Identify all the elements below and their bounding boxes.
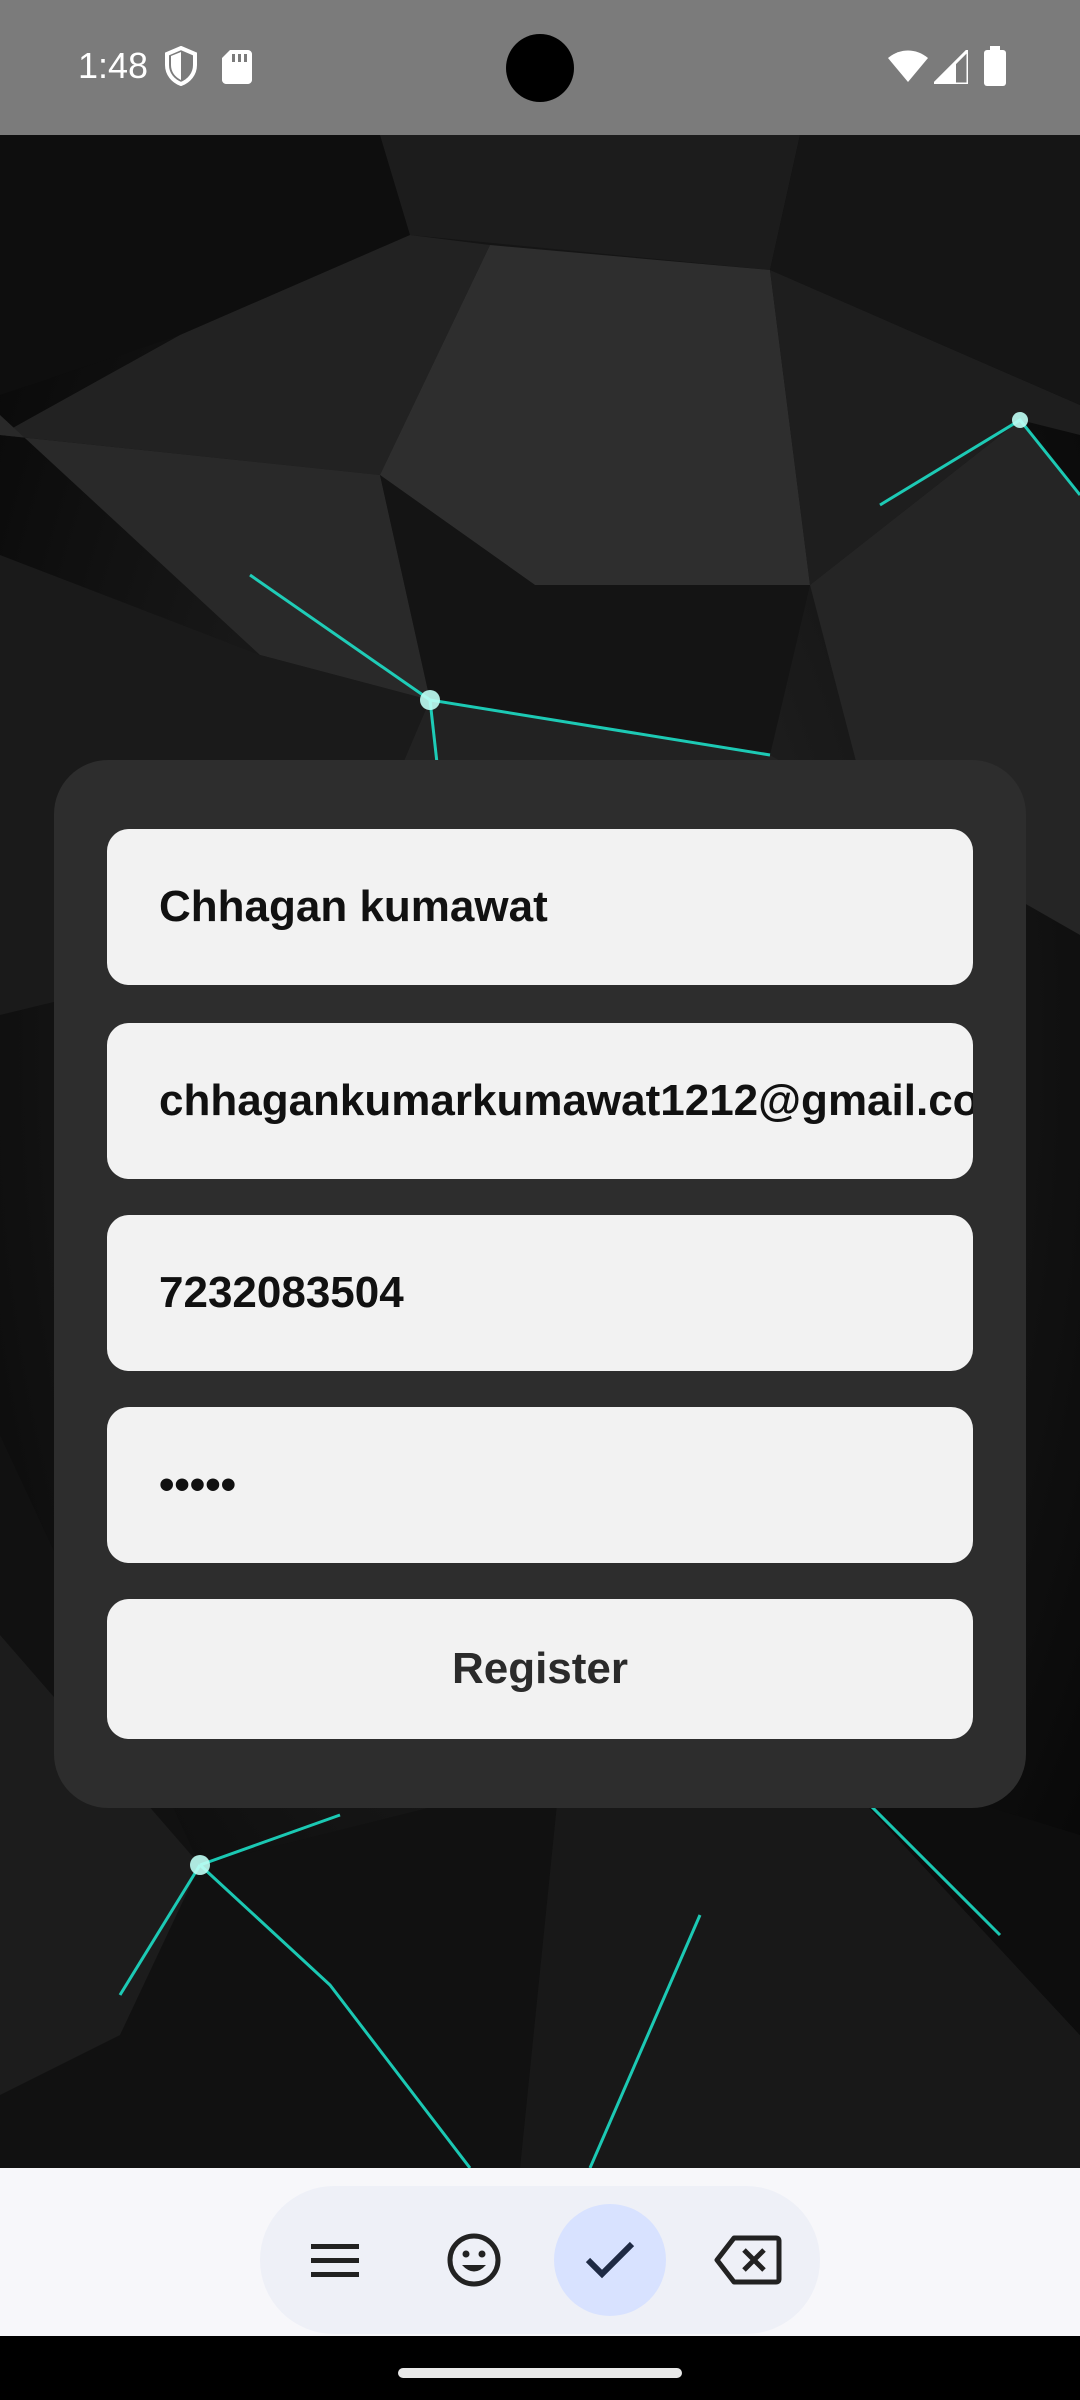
backspace-icon — [714, 2235, 782, 2285]
navigation-bar — [0, 2336, 1080, 2400]
password-input[interactable]: ••••• — [107, 1407, 973, 1563]
home-indicator[interactable] — [398, 2368, 682, 2378]
camera-cutout — [506, 34, 574, 102]
signal-icon — [934, 50, 968, 84]
phone-input-value: 7232083504 — [159, 1268, 404, 1317]
phone-input[interactable]: 7232083504 — [107, 1215, 973, 1371]
status-bar: 1:48 — [0, 0, 1080, 135]
sd-card-icon — [222, 50, 252, 84]
shield-icon — [165, 46, 197, 86]
menu-button[interactable] — [279, 2204, 391, 2316]
keyboard-toolbar-pill — [260, 2186, 820, 2334]
status-time: 1:48 — [78, 45, 149, 86]
email-input-value: chhagankumarkumawat1212@gmail.com — [159, 1076, 973, 1125]
email-input[interactable]: chhagankumarkumawat1212@gmail.com — [107, 1023, 973, 1179]
register-button[interactable]: Register — [107, 1599, 973, 1739]
password-input-value: ••••• — [159, 1460, 237, 1509]
menu-icon — [311, 2244, 359, 2277]
register-card: Chhagan kumawat chhagankumarkumawat1212@… — [54, 760, 1026, 1808]
done-button[interactable] — [554, 2204, 666, 2316]
battery-icon — [984, 46, 1006, 86]
keyboard-toolbar — [0, 2168, 1080, 2336]
wifi-icon — [888, 50, 928, 82]
backspace-button[interactable] — [692, 2204, 804, 2316]
check-icon — [585, 2241, 635, 2279]
name-input-value: Chhagan kumawat — [159, 882, 548, 931]
register-button-label: Register — [451, 1644, 629, 1693]
emoji-button[interactable] — [418, 2204, 530, 2316]
emoji-icon — [447, 2233, 501, 2287]
name-input[interactable]: Chhagan kumawat — [107, 829, 973, 985]
